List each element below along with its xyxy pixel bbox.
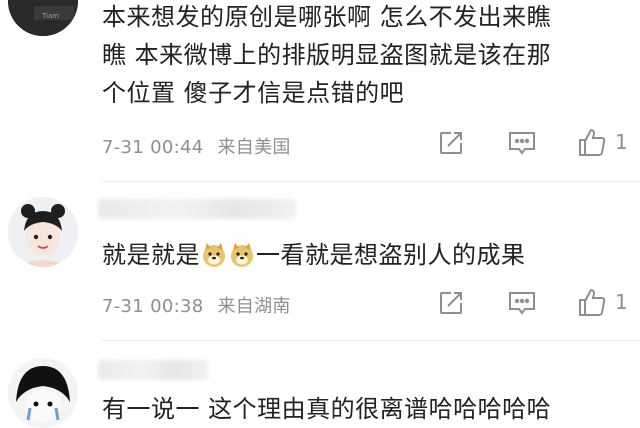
comment-time: 7-31 00:44 <box>102 137 204 158</box>
comment-icon <box>509 132 535 155</box>
divider <box>102 340 640 341</box>
like-count: 1 <box>615 290 628 314</box>
divider <box>102 181 640 182</box>
comment-text-line: 本来想发的原创是哪张啊 怎么不发出来瞧 <box>102 3 552 31</box>
username-redacted <box>98 199 296 219</box>
thumbs-up-icon <box>579 288 606 316</box>
comment-text-line: 瞧 本来微博上的排版明显盗图就是该在那 <box>102 41 552 69</box>
comment-text: 本来想发的原创是哪张啊 怎么不发出来瞧 瞧 本来微博上的排版明显盗图就是该在那 … <box>102 0 628 112</box>
avatar[interactable] <box>8 197 78 267</box>
comment-meta: 7-31 00:38 来自湖南 <box>102 292 291 318</box>
doge-emoji <box>231 243 253 267</box>
username-redacted <box>98 360 208 380</box>
share-button[interactable] <box>436 288 466 318</box>
comment-text: 就是就是 一看就是想盗别人的成果 <box>102 236 628 274</box>
thumbs-up-icon <box>579 128 606 156</box>
svg-text:Tiam: Tiam <box>41 12 59 20</box>
avatar[interactable] <box>8 358 78 428</box>
comment-text-line: 个位置 傻子才信是点错的吧 <box>102 79 405 107</box>
comment-icon <box>509 292 535 315</box>
share-icon <box>440 132 462 154</box>
reply-button[interactable] <box>506 128 538 158</box>
comment-location: 来自美国 <box>217 137 291 158</box>
like-button[interactable]: 1 <box>577 126 628 158</box>
comment-text: 有一说一 这个理由真的很离谱哈哈哈哈哈 <box>102 390 628 428</box>
like-button[interactable]: 1 <box>577 286 628 318</box>
like-count: 1 <box>615 130 628 154</box>
comment-text-part: 就是就是 <box>102 241 200 269</box>
comment-location: 来自湖南 <box>217 296 291 317</box>
comment-text-line: 有一说一 这个理由真的很离谱哈哈哈哈哈 <box>102 395 552 423</box>
comment-meta: 7-31 00:44 来自美国 <box>102 133 291 159</box>
share-button[interactable] <box>436 128 466 158</box>
reply-button[interactable] <box>506 288 538 318</box>
comment-time: 7-31 00:38 <box>102 296 204 317</box>
doge-emoji <box>203 243 225 267</box>
avatar[interactable]: Tiam <box>8 0 78 36</box>
share-icon <box>440 292 462 314</box>
comment-text-part: 一看就是想盗别人的成果 <box>256 241 526 269</box>
